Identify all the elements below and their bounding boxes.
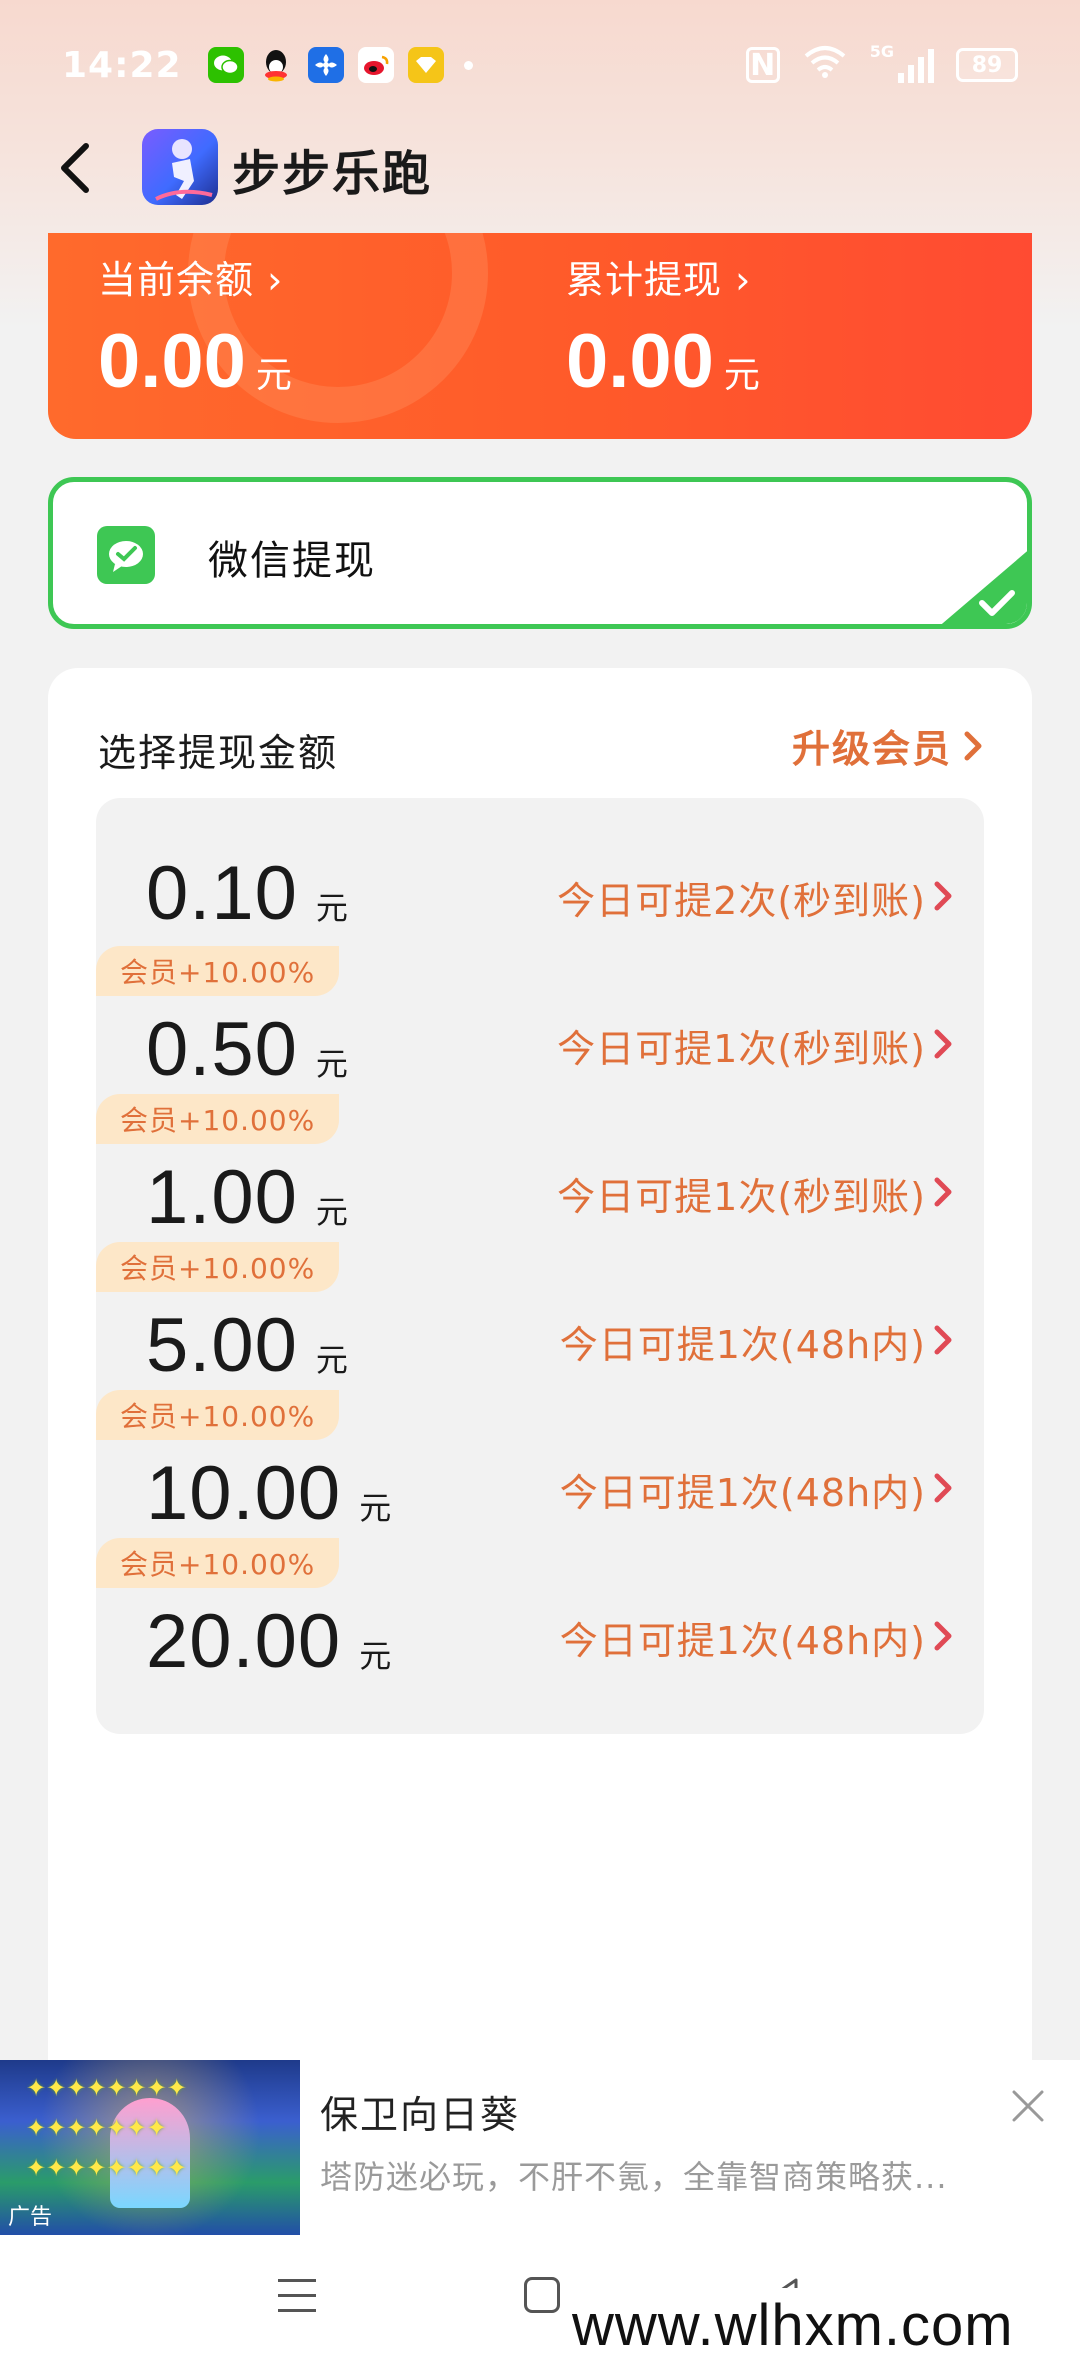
amount-value: 20.00	[146, 1599, 342, 1684]
amount-value-group: 5.00 元	[146, 1302, 349, 1389]
chevron-right-icon	[934, 1029, 952, 1059]
current-balance-label: 当前余额 ›	[98, 258, 284, 302]
withdraw-limit-info: 今日可提1次(48h内)	[559, 1323, 926, 1367]
withdraw-limit-info: 今日可提1次(48h内)	[559, 1619, 926, 1663]
upgrade-member-link[interactable]: 升级会员	[792, 718, 984, 773]
ad-banner[interactable]: ✦✦✦✦✦✦✦✦ ✦✦✦✦✦✦✦ ✦✦✦✦✦✦✦✦ 广告 保卫向日葵 塔防迷必玩…	[0, 2060, 1080, 2235]
amount-value: 0.10	[146, 851, 298, 936]
app-header: 步步乐跑	[0, 118, 1080, 218]
wechat-withdraw-option[interactable]: 微信提现	[48, 477, 1032, 629]
recent-apps-icon[interactable]	[278, 2279, 316, 2313]
total-withdrawn[interactable]: 累计提现 › 0.00 元	[566, 249, 760, 405]
member-bonus-badge: 会员+10.00%	[96, 1242, 340, 1292]
amount-value-group: 1.00 元	[146, 1154, 349, 1241]
total-withdrawn-label: 累计提现 ›	[566, 258, 752, 302]
chevron-right-icon	[934, 1473, 952, 1503]
wechat-icon	[97, 526, 155, 584]
app-logo-icon	[142, 129, 218, 205]
signal-icon	[898, 47, 934, 83]
ad-tag: 广告	[8, 2205, 53, 2230]
reward-app-notification-icon	[407, 47, 444, 83]
amount-value: 1.00	[146, 1155, 298, 1240]
amount-value: 0.50	[146, 1007, 298, 1092]
chevron-right-icon	[964, 731, 982, 760]
current-balance[interactable]: 当前余额 › 0.00 元	[98, 249, 292, 405]
selected-check-icon	[936, 547, 1027, 624]
wechat-notification-icon	[207, 47, 244, 83]
battery-icon: 89	[956, 48, 1018, 82]
home-icon[interactable]	[524, 2277, 560, 2313]
wechat-withdraw-label: 微信提现	[208, 538, 376, 584]
amount-unit: 元	[359, 1490, 393, 1526]
amount-unit: 元	[359, 1638, 393, 1674]
amount-value-group: 20.00 元	[146, 1598, 392, 1685]
amount-panel-title: 选择提现金额	[98, 731, 339, 775]
fan-app-notification-icon	[307, 47, 344, 83]
member-bonus-badge: 会员+10.00%	[96, 1094, 340, 1144]
chevron-right-icon	[934, 1177, 952, 1207]
qq-notification-icon	[258, 47, 294, 83]
amount-unit: 元	[315, 1194, 349, 1230]
member-bonus-badge: 会员+10.00%	[96, 946, 340, 996]
chevron-right-icon	[934, 881, 952, 911]
chevron-right-icon	[934, 1325, 952, 1355]
total-withdrawn-unit: 元	[723, 354, 760, 395]
nfc-icon: N	[745, 47, 780, 83]
ad-description[interactable]: 塔防迷必玩，不肝不氪，全靠智商策略获...	[320, 2152, 1020, 2198]
amount-value-group: 0.50 元	[146, 1006, 349, 1093]
network-type-label: 5G	[869, 41, 894, 61]
total-withdrawn-value: 0.00	[566, 319, 714, 404]
page-title: 步步乐跑	[232, 146, 433, 202]
current-balance-value: 0.00	[98, 319, 246, 404]
amount-option[interactable]: 会员+10.00% 20.00 元 今日可提1次(48h内)	[96, 1538, 984, 1734]
weibo-notification-icon	[357, 47, 394, 83]
upgrade-member-label: 升级会员	[791, 727, 952, 771]
ad-image[interactable]: ✦✦✦✦✦✦✦✦ ✦✦✦✦✦✦✦ ✦✦✦✦✦✦✦✦ 广告	[0, 2060, 300, 2235]
back-icon[interactable]	[52, 138, 100, 198]
more-notifications-dot	[463, 60, 473, 70]
close-icon[interactable]	[1010, 2088, 1046, 2124]
member-bonus-badge: 会员+10.00%	[96, 1390, 340, 1440]
amount-value-group: 0.10 元	[146, 850, 349, 937]
amount-unit: 元	[315, 1342, 349, 1378]
amount-unit: 元	[315, 890, 349, 926]
status-bar: 14:22 N 5G 89	[0, 0, 1080, 130]
amount-value: 10.00	[146, 1451, 342, 1536]
chevron-right-icon	[934, 1621, 952, 1651]
ad-title[interactable]: 保卫向日葵	[320, 2084, 520, 2139]
balance-card: 当前余额 › 0.00 元 累计提现 › 0.00 元	[48, 233, 1032, 439]
withdraw-limit-info: 今日可提1次(秒到账)	[557, 1027, 926, 1071]
withdraw-limit-info: 今日可提1次(48h内)	[559, 1471, 926, 1515]
current-balance-unit: 元	[255, 354, 292, 395]
amount-unit: 元	[315, 1046, 349, 1082]
wifi-icon	[802, 44, 848, 87]
member-bonus-badge: 会员+10.00%	[96, 1538, 340, 1588]
withdraw-limit-info: 今日可提1次(秒到账)	[557, 1175, 926, 1219]
watermark: www.wlhxm.com	[560, 2288, 1026, 2362]
amount-value: 5.00	[146, 1303, 298, 1388]
status-time: 14:22	[62, 44, 182, 86]
amount-value-group: 10.00 元	[146, 1450, 392, 1537]
withdraw-limit-info: 今日可提2次(秒到账)	[557, 879, 926, 923]
